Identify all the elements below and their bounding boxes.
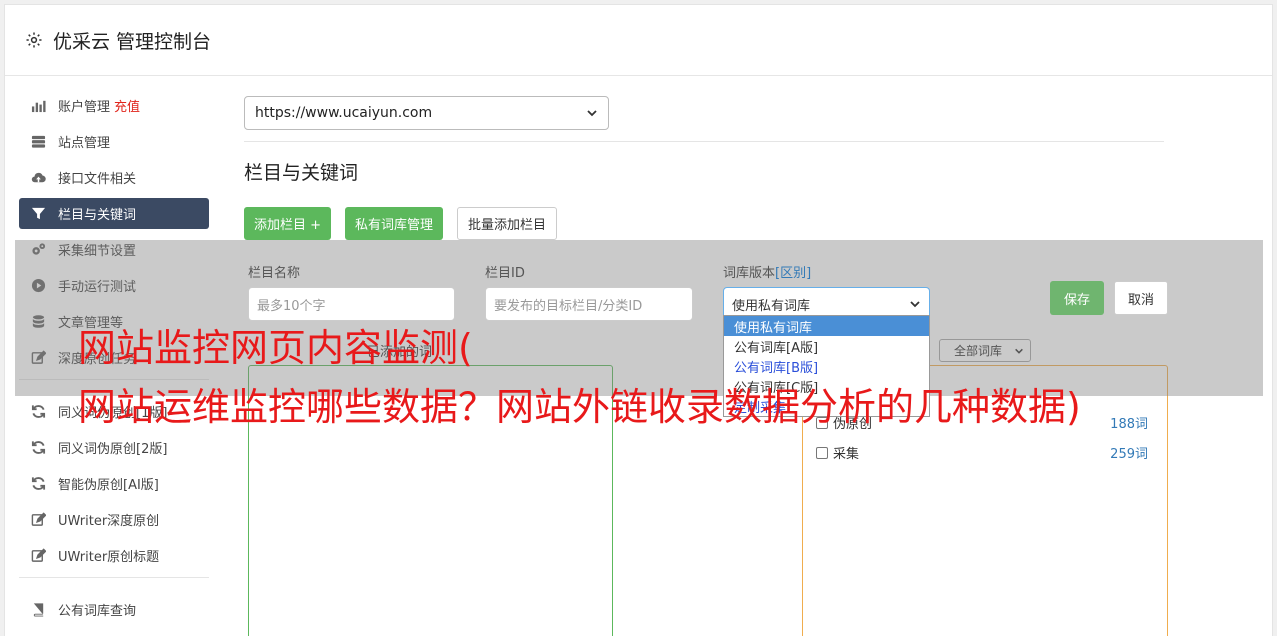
section-title: 栏目与关键词	[244, 162, 359, 184]
library-count: 259词	[1110, 447, 1148, 462]
main-content: https://www.ucaiyun.com 栏目与关键词 添加栏目 + 私有…	[244, 96, 1164, 240]
add-column-button[interactable]: 添加栏目 +	[244, 207, 332, 240]
site-select-value: https://www.ucaiyun.com	[255, 105, 433, 121]
sidebar-item-sites[interactable]: 站点管理	[19, 126, 209, 157]
sidebar-item-uwriter-deep[interactable]: UWriter深度原创	[19, 504, 209, 535]
column-id-input[interactable]: 要发布的目标栏目/分类ID	[485, 287, 693, 321]
refresh-icon	[31, 441, 46, 454]
library-name: 采集	[833, 447, 860, 462]
sidebar-item-label: 账户管理	[58, 100, 111, 115]
divider	[244, 141, 1164, 142]
sidebar-item-uwriter-title[interactable]: UWriter原创标题	[19, 540, 209, 571]
sidebar-item-public-lib[interactable]: 公有词库查询	[19, 594, 209, 625]
column-id-label: 栏目ID	[485, 266, 525, 281]
sidebar-item-label: 公有词库查询	[58, 604, 137, 619]
cloud-upload-icon	[31, 172, 46, 183]
column-id-field: 栏目ID 要发布的目标栏目/分类ID	[485, 262, 693, 321]
page-title: 优采云 管理控制台	[53, 30, 212, 53]
dropdown-option[interactable]: 使用私有词库	[724, 316, 929, 336]
sidebar-item-interface[interactable]: 接口文件相关	[19, 162, 209, 193]
server-icon	[31, 135, 46, 148]
column-name-field: 栏目名称 最多10个字	[248, 262, 455, 321]
sidebar-item-ai-original[interactable]: 智能伪原创[AI版]	[19, 468, 209, 499]
gear-icon	[26, 32, 42, 48]
chevron-down-icon	[910, 301, 920, 308]
edit-icon	[31, 548, 46, 562]
sidebar-item-synonym-v2[interactable]: 同义词伪原创[2版]	[19, 432, 209, 463]
sidebar-item-label: 同义词伪原创[2版]	[58, 442, 168, 457]
bar-chart-icon	[31, 100, 46, 113]
dropdown-option[interactable]: 公有词库[A版]	[724, 336, 929, 356]
difference-link[interactable]: [区别]	[775, 266, 811, 281]
filter-icon	[31, 207, 46, 220]
column-name-input[interactable]: 最多10个字	[248, 287, 455, 321]
overlay-title-line-2: 网站运维监控哪些数据？网站外链收录数据分析的几种数据)	[78, 385, 1081, 429]
library-checkbox[interactable]	[816, 446, 828, 459]
library-count: 188词	[1110, 417, 1148, 432]
sidebar-divider	[19, 577, 209, 578]
word-lib-field: 词库版本[区别] 使用私有词库	[723, 262, 930, 321]
header: 优采云 管理控制台	[5, 5, 1272, 76]
sidebar-item-label: 栏目与关键词	[58, 208, 137, 223]
refresh-icon	[31, 477, 46, 490]
book-icon	[33, 603, 44, 617]
site-select[interactable]: https://www.ucaiyun.com	[244, 96, 609, 130]
sidebar-item-label: UWriter深度原创	[58, 514, 160, 529]
batch-add-button[interactable]: 批量添加栏目	[457, 207, 558, 240]
sidebar-item-label: 站点管理	[58, 136, 111, 151]
sidebar-item-label: 智能伪原创[AI版]	[58, 478, 159, 493]
recharge-link[interactable]: 充值	[114, 96, 140, 115]
dropdown-option[interactable]: 公有词库[B版]	[724, 356, 929, 376]
word-lib-select-value: 使用私有词库	[732, 298, 811, 314]
edit-icon	[31, 512, 46, 526]
sidebar-item-label: 接口文件相关	[58, 172, 137, 187]
overlay-title-line-1: 网站监控网页内容监测(	[78, 326, 473, 370]
action-buttons: 添加栏目 + 私有词库管理 批量添加栏目	[244, 207, 1164, 240]
private-lib-button[interactable]: 私有词库管理	[345, 207, 444, 240]
word-lib-label-text: 词库版本	[723, 266, 776, 281]
library-row[interactable]: 采集 259词	[816, 443, 1148, 462]
sidebar-item-label: UWriter原创标题	[58, 550, 160, 565]
chevron-down-icon	[587, 110, 597, 117]
refresh-icon	[31, 405, 46, 418]
column-name-label: 栏目名称	[248, 266, 301, 281]
sidebar-item-account[interactable]: 账户管理 充值	[19, 90, 209, 121]
cancel-button[interactable]: 取消	[1114, 281, 1168, 315]
word-lib-label: 词库版本[区别]	[723, 262, 930, 281]
save-button[interactable]: 保存	[1050, 281, 1104, 315]
sidebar-item-columns[interactable]: 栏目与关键词	[19, 198, 209, 229]
